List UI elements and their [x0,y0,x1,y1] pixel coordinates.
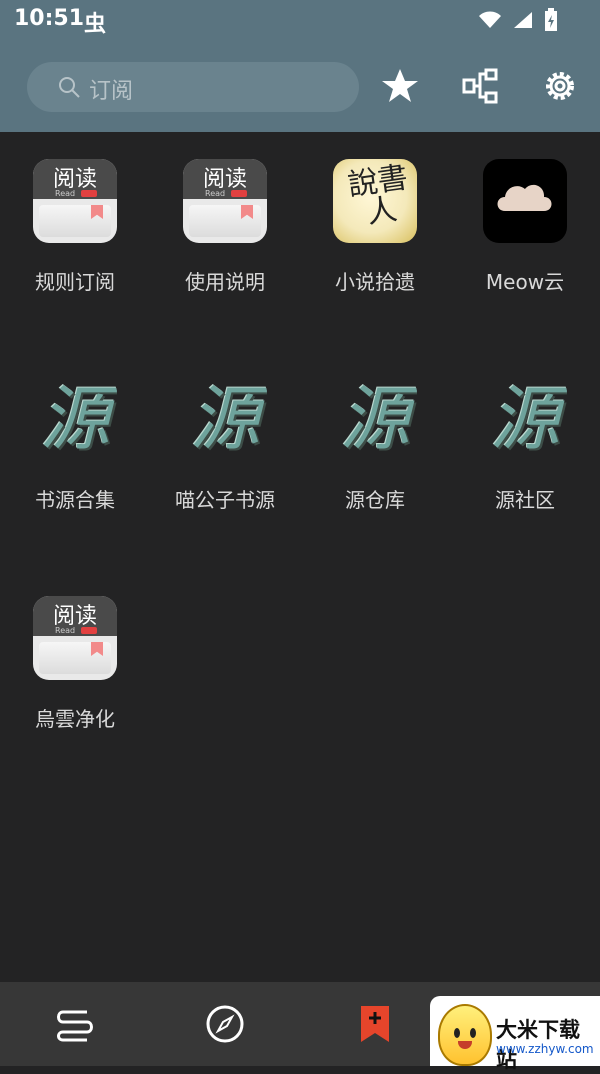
search-input[interactable]: 订阅 [27,62,359,112]
watermark: 大米下载站 www.zzhyw.com [430,996,600,1072]
subscription-label: 烏雲净化 [35,707,115,731]
cloud-icon [483,159,567,243]
read-app-icon: 阅读 Read [33,596,117,680]
subscription-item[interactable]: 源 源仓库 [300,350,450,513]
subscription-item[interactable]: 源 源社区 [450,350,600,513]
watermark-url: www.zzhyw.com [496,1042,594,1056]
subscription-label: 书源合集 [35,488,115,512]
status-bar: 10:51 虫 [0,0,600,40]
subscription-item[interactable]: 阅读 Read 规则订阅 [0,132,150,295]
subscription-item[interactable]: 說書人 小说拾遗 [300,132,450,295]
search-placeholder: 订阅 [89,79,134,104]
subscription-item[interactable]: 阅读 Read 使用说明 [150,132,300,295]
source-icon: 源 [490,378,560,460]
battery-icon [545,8,557,31]
read-app-icon: 阅读 Read [183,159,267,243]
bookshelf-icon[interactable] [53,1002,97,1046]
star-icon[interactable] [380,66,420,106]
storyteller-icon: 說書人 [333,159,417,243]
search-icon [59,77,80,98]
subscription-item[interactable]: Meow云 [450,132,600,295]
compass-icon[interactable] [203,1002,247,1046]
source-icon: 源 [40,378,110,460]
notification-bug-icon: 虫 [84,12,107,37]
subscription-item[interactable]: 阅读 Read 烏雲净化 [0,569,150,732]
gear-icon[interactable] [540,66,580,106]
subscription-label: 喵公子书源 [175,488,275,512]
status-time: 10:51 [14,6,85,31]
subscription-item[interactable]: 源 喵公子书源 [150,350,300,513]
subscription-item[interactable]: 源 书源合集 [0,350,150,513]
status-icons [478,8,558,32]
subscription-label: 使用说明 [185,270,265,294]
subscription-label: Meow云 [485,270,565,294]
subscription-label: 源仓库 [345,488,405,512]
mascot-icon [438,1004,492,1066]
signal-icon [514,12,532,28]
source-icon: 源 [190,378,260,460]
bookmark-add-icon[interactable] [353,1002,397,1046]
flow-icon[interactable] [460,66,500,106]
source-icon: 源 [340,378,410,460]
subscription-label: 小说拾遗 [335,270,415,294]
top-app-bar: 订阅 [0,40,600,132]
read-app-icon: 阅读 Read [33,159,117,243]
wifi-icon [479,11,501,28]
subscription-label: 规则订阅 [35,270,115,294]
subscription-label: 源社区 [495,488,555,512]
